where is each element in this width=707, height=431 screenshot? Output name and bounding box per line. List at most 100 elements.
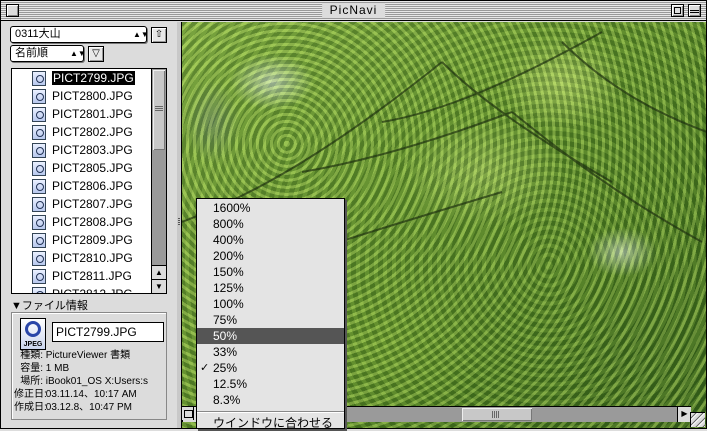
file-name: PICT2801.JPG <box>52 107 133 121</box>
zoom-menu-item-label: 8.3% <box>213 393 241 407</box>
zoom-menu-button[interactable] <box>182 407 194 420</box>
file-list-item[interactable]: PICT2811.JPG <box>12 267 152 285</box>
zoom-menu-item[interactable]: 12.5% <box>197 376 344 392</box>
folder-popup[interactable]: 0311大山 ▲▼ <box>10 26 149 43</box>
zoom-menu-item[interactable]: 800% <box>197 216 344 232</box>
zoom-menu-item-label: 25% <box>213 361 238 375</box>
sort-popup[interactable]: 名前順 ▲▼ <box>10 45 86 62</box>
file-info-line: 容量: 1 MB <box>14 362 166 375</box>
title-bar[interactable]: PicNavi <box>1 1 706 21</box>
info-key: 作成日: <box>14 402 47 413</box>
filter-icon: ▽ <box>92 48 100 59</box>
zoom-menu-item-label: 800% <box>213 217 244 231</box>
zoom-menu-item[interactable]: ✓ 25% <box>197 360 344 376</box>
zoom-menu: 1600% 800% 400% 200% 150% 125% 100% 75% 50% 33% ✓ 2… <box>196 198 345 430</box>
zoom-menu-item[interactable]: 33% <box>197 344 344 360</box>
resize-grip[interactable] <box>690 412 705 427</box>
up-arrow-icon: ⇧ <box>154 29 164 40</box>
scroll-right-button[interactable]: ▶ <box>677 407 691 422</box>
file-name: PICT2806.JPG <box>52 179 133 193</box>
info-value: 1 MB <box>45 363 70 374</box>
file-name: PICT2809.JPG <box>52 233 133 247</box>
jpeg-file-icon <box>32 143 46 158</box>
close-box[interactable] <box>6 4 19 17</box>
zoom-menu-item[interactable]: 125% <box>197 280 344 296</box>
file-list-item[interactable]: PICT2801.JPG <box>12 105 152 123</box>
zoom-menu-item-label: 150% <box>213 265 244 279</box>
jpeg-file-icon <box>32 287 46 293</box>
file-info-disclosure[interactable]: ▼ファイル情報 <box>11 299 88 313</box>
sidebar: 0311大山 ▲▼ ⇧ 名前順 ▲▼ ▽ PICT2799.JPG PICT280… <box>1 22 177 428</box>
file-name: PICT2805.JPG <box>52 161 133 175</box>
picnavi-window: PicNavi 0311大山 ▲▼ ⇧ 名前順 ▲▼ ▽ PICT2799.JP… <box>0 0 707 430</box>
scroll-thumb[interactable] <box>153 70 165 150</box>
file-name: PICT2800.JPG <box>52 89 133 103</box>
filter-button[interactable]: ▽ <box>88 46 104 62</box>
collapse-box[interactable] <box>688 4 701 17</box>
zoom-menu-item[interactable]: 200% <box>197 248 344 264</box>
jpeg-file-icon <box>32 89 46 104</box>
info-key: 場所: <box>20 376 43 387</box>
filename-field[interactable]: PICT2799.JPG <box>52 322 164 342</box>
file-list-item[interactable]: PICT2809.JPG <box>12 231 152 249</box>
scroll-up-button[interactable]: ▲ <box>152 265 166 279</box>
file-info-line: 場所: iBook01_OS X:Users:s <box>14 375 166 388</box>
file-name: PICT2810.JPG <box>52 251 133 265</box>
file-list-item[interactable]: PICT2806.JPG <box>12 177 152 195</box>
zoom-menu-item-label: 75% <box>213 313 238 327</box>
file-name: PICT2803.JPG <box>52 143 133 157</box>
file-list-item[interactable]: PICT2800.JPG <box>12 87 152 105</box>
jpeg-file-icon <box>32 71 46 86</box>
file-list-item[interactable]: PICT2812.JPG <box>12 285 152 293</box>
file-list-item[interactable]: PICT2799.JPG <box>12 69 152 87</box>
info-key: 種類: <box>20 350 43 361</box>
zoom-menu-item-label: 200% <box>213 249 244 263</box>
file-list-item[interactable]: PICT2803.JPG <box>12 141 152 159</box>
zoom-menu-item[interactable]: 100% <box>197 296 344 312</box>
file-list-item[interactable]: PICT2807.JPG <box>12 195 152 213</box>
parent-folder-button[interactable]: ⇧ <box>151 27 167 43</box>
file-info-line: 作成日: 03.12.8、10:47 PM <box>14 401 166 414</box>
zoom-menu-item[interactable]: 75% <box>197 312 344 328</box>
file-list-item[interactable]: PICT2810.JPG <box>12 249 152 267</box>
jpeg-file-icon <box>32 107 46 122</box>
file-info-line: 種類: PictureViewer 書類 <box>14 349 166 362</box>
h-scroll-thumb[interactable] <box>462 408 532 421</box>
jpeg-file-icon <box>32 233 46 248</box>
file-name: PICT2807.JPG <box>52 197 133 211</box>
zoom-menu-item-label: 33% <box>213 345 238 359</box>
scroll-down-button[interactable]: ▼ <box>152 279 166 293</box>
zoom-menu-item-label: 100% <box>213 297 244 311</box>
jpeg-file-icon <box>32 215 46 230</box>
zoom-menu-item[interactable]: 8.3% <box>197 392 344 408</box>
zoom-box[interactable] <box>671 4 684 17</box>
file-name: PICT2808.JPG <box>52 215 133 229</box>
menu-separator <box>197 408 344 415</box>
zoom-menu-item[interactable]: 400% <box>197 232 344 248</box>
info-key: 容量: <box>20 363 43 374</box>
file-list[interactable]: PICT2799.JPG PICT2800.JPG PICT2801.JPG PICT… <box>11 68 167 294</box>
jpeg-file-icon <box>32 269 46 284</box>
info-value: iBook01_OS X:Users:s <box>45 376 149 387</box>
zoom-menu-item-label: 50% <box>213 329 238 343</box>
zoom-menu-item[interactable]: 1600% <box>197 200 344 216</box>
jpeg-icon-label: JPEG <box>23 341 43 348</box>
popup-arrows-icon: ▲▼ <box>70 49 86 58</box>
zoom-menu-item[interactable]: 50% <box>197 328 344 344</box>
file-info-header: ファイル情報 <box>21 300 88 312</box>
info-value: PictureViewer 書類 <box>45 350 131 361</box>
file-name: PICT2811.JPG <box>52 269 132 283</box>
file-list-item[interactable]: PICT2802.JPG <box>12 123 152 141</box>
jpeg-file-icon <box>32 161 46 176</box>
file-info-lines: 種類: PictureViewer 書類 容量: 1 MB 場所: iBook01_… <box>14 349 166 414</box>
disclosure-triangle-icon: ▼ <box>11 300 22 312</box>
file-list-scrollbar[interactable]: ▲ ▼ <box>151 69 166 293</box>
file-list-item[interactable]: PICT2808.JPG <box>12 213 152 231</box>
info-value: 03.11.14、10:17 AM <box>45 389 137 400</box>
info-key: 修正日: <box>14 389 47 400</box>
zoom-menu-item-label: 1600% <box>213 201 251 215</box>
zoom-menu-item[interactable]: 150% <box>197 264 344 280</box>
checkmark-icon: ✓ <box>200 362 210 374</box>
fit-to-window-label: ウインドウに合わせる <box>213 416 334 430</box>
file-list-item[interactable]: PICT2805.JPG <box>12 159 152 177</box>
